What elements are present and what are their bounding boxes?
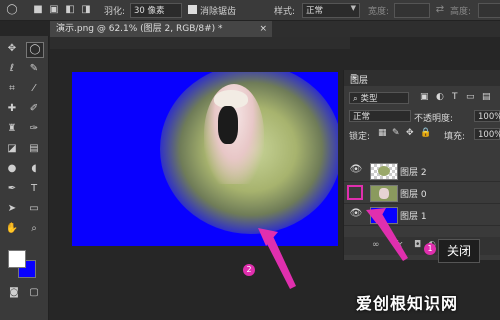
- step-marker-1: 1: [424, 243, 436, 255]
- tooltip: 关闭: [438, 239, 480, 263]
- watermark: 爱创根知识网: [356, 294, 459, 313]
- foreground-color-swatch[interactable]: [8, 250, 26, 268]
- step-marker-2: 2: [243, 264, 255, 276]
